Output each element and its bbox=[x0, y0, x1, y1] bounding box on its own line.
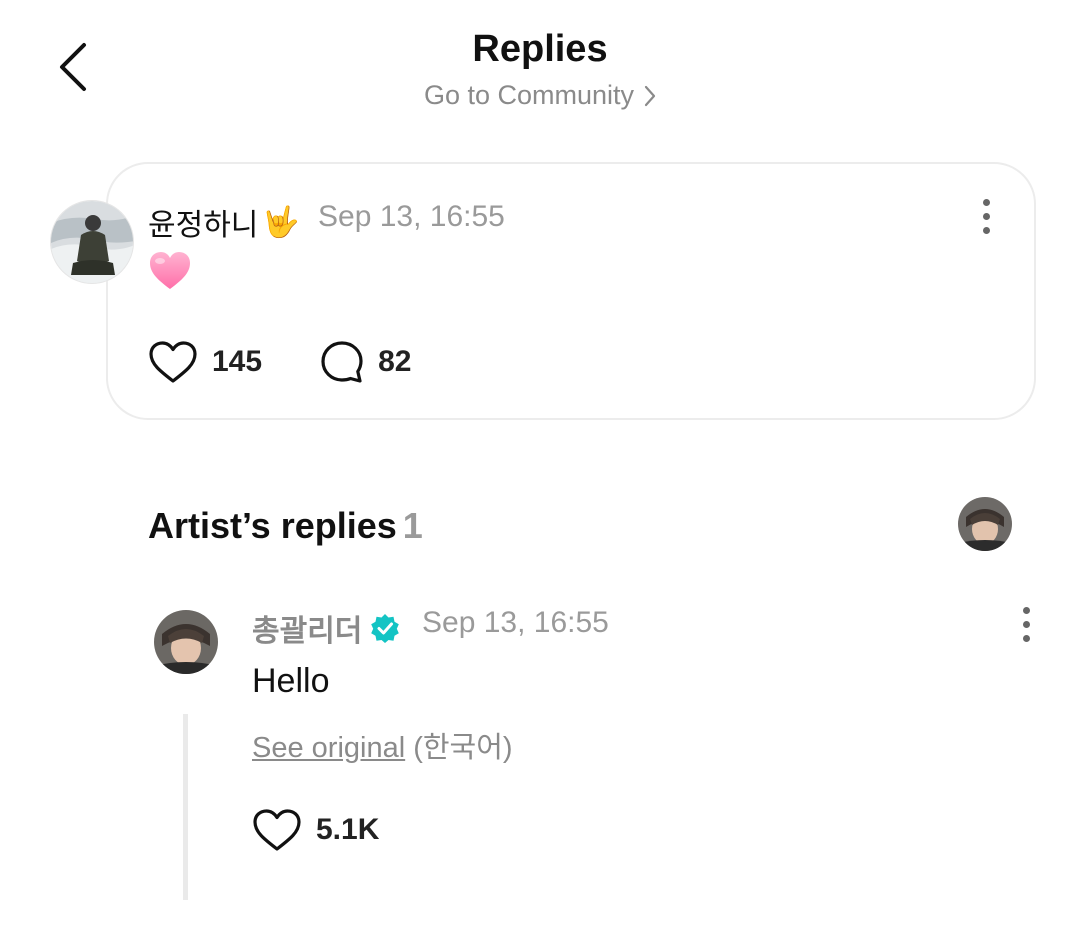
replies-screen: Replies Go to Community 윤정하니 🤟 Sep 13, 1… bbox=[0, 0, 1080, 930]
author-emoji: 🤟 bbox=[262, 205, 300, 239]
see-original-link[interactable]: See original bbox=[252, 732, 405, 764]
reply-author[interactable]: 총괄리더 bbox=[252, 606, 400, 650]
like-count: 145 bbox=[212, 345, 263, 378]
comment-bubble-icon bbox=[321, 341, 363, 383]
reply-like-count: 5.1K bbox=[316, 813, 380, 846]
page-title: Replies bbox=[472, 28, 608, 70]
reply-author-name: 총괄리더 bbox=[252, 615, 363, 648]
artist-avatar-small[interactable] bbox=[958, 497, 1012, 551]
chevron-right-icon bbox=[644, 85, 656, 106]
post-body: 🩷 bbox=[148, 250, 192, 297]
reply-like-button[interactable]: 5.1K bbox=[252, 808, 379, 852]
artist-replies-title: Artist’s replies bbox=[148, 505, 397, 546]
post-author-avatar[interactable] bbox=[50, 200, 134, 284]
comment-count: 82 bbox=[378, 345, 412, 378]
comment-button[interactable]: 82 bbox=[320, 340, 411, 384]
original-language: (한국어) bbox=[413, 732, 513, 764]
like-button[interactable]: 145 bbox=[148, 340, 262, 384]
post-more-button[interactable] bbox=[971, 191, 1001, 241]
see-original-row: See original (한국어) bbox=[252, 724, 513, 766]
heart-icon bbox=[253, 809, 301, 851]
post-card: 윤정하니 🤟 Sep 13, 16:55 🩷 bbox=[106, 162, 1036, 420]
reply-timestamp: Sep 13, 16:55 bbox=[422, 606, 609, 639]
reply-more-button[interactable] bbox=[1011, 599, 1041, 649]
post-timestamp: Sep 13, 16:55 bbox=[318, 200, 505, 233]
reply-text: Hello bbox=[252, 662, 330, 700]
pink-heart-emoji bbox=[150, 252, 190, 289]
heart-icon bbox=[149, 341, 197, 383]
go-to-community-link[interactable]: Go to Community bbox=[0, 80, 1080, 111]
post-actions: 145 82 bbox=[148, 340, 411, 384]
community-link-label: Go to Community bbox=[423, 80, 635, 110]
thread-line bbox=[183, 714, 188, 900]
verified-badge-icon bbox=[371, 614, 400, 643]
artist-replies-count: 1 bbox=[402, 505, 423, 546]
post-author[interactable]: 윤정하니 🤟 bbox=[148, 200, 300, 244]
artist-replies-heading: Artist’s replies 1 bbox=[148, 505, 423, 547]
post-author-name: 윤정하니 bbox=[148, 209, 259, 242]
reply-author-avatar[interactable] bbox=[154, 610, 218, 674]
